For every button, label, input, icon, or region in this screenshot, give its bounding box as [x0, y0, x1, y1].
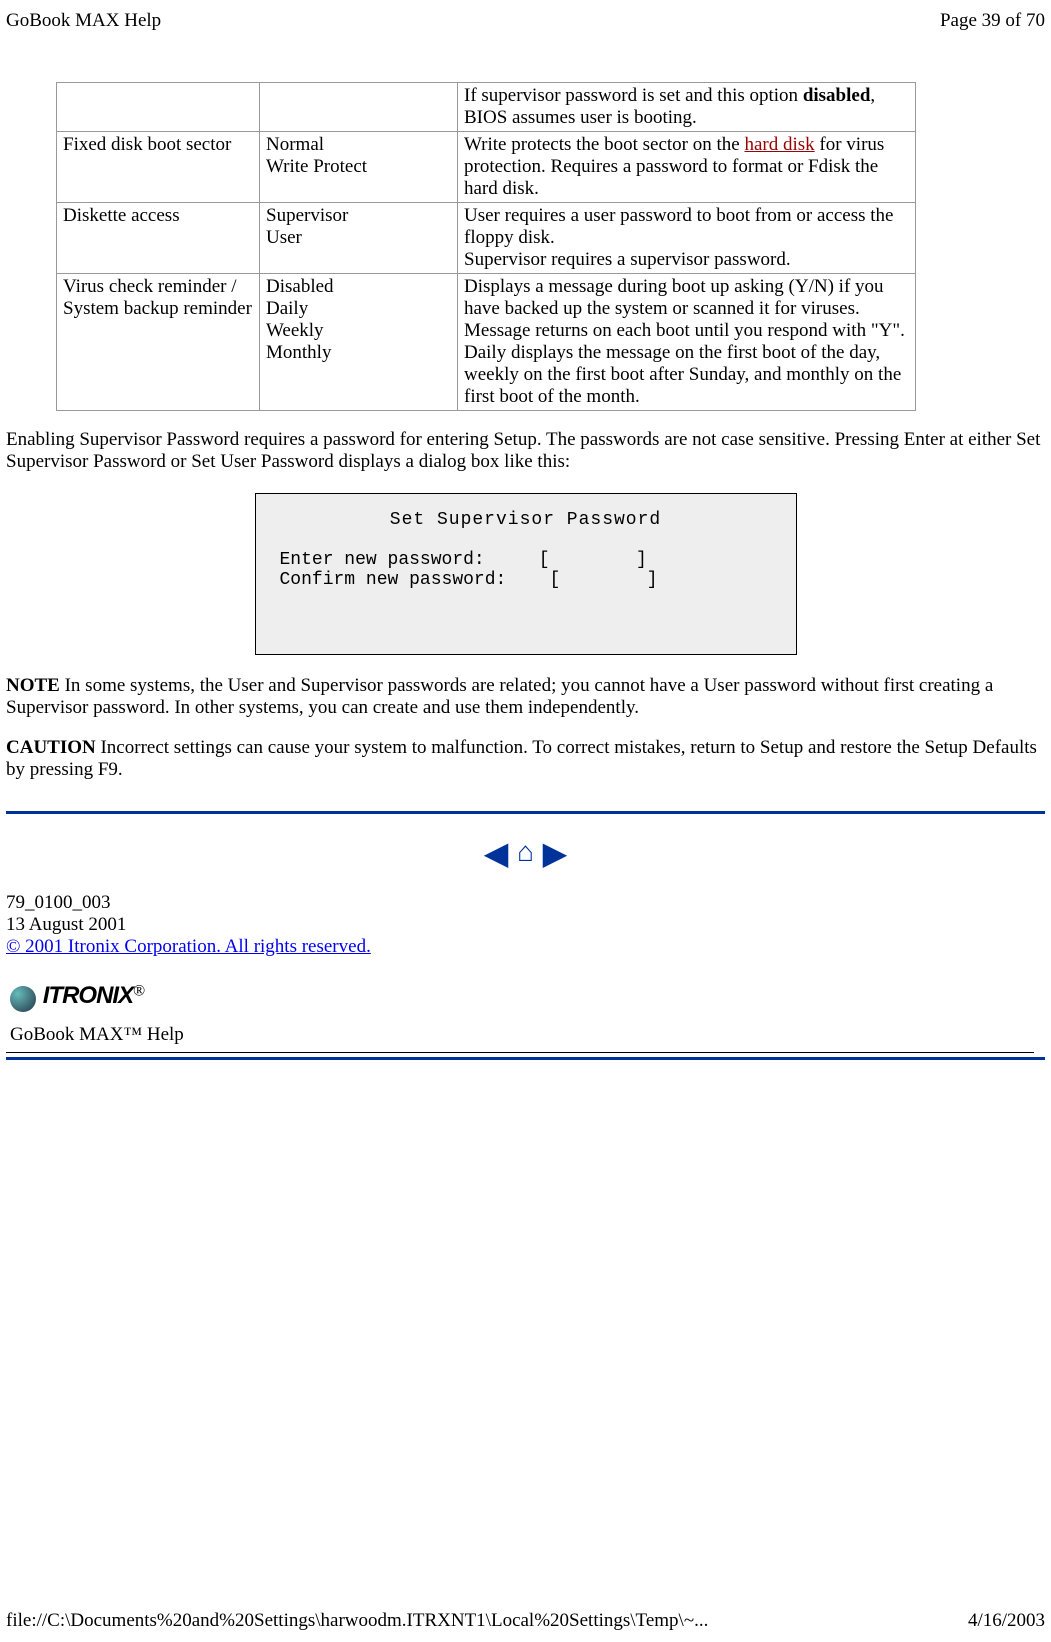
note-label: NOTE: [6, 675, 60, 696]
dialog-title: Set Supervisor Password: [256, 494, 796, 530]
divider: [6, 1057, 1045, 1060]
table-cell-field: Diskette access: [57, 203, 260, 274]
desc-text: Displays a message during boot up asking…: [464, 276, 884, 319]
desc-text: Daily displays the message on the first …: [464, 342, 901, 407]
option-text: Supervisor: [266, 205, 348, 226]
copyright-link[interactable]: © 2001 Itronix Corporation. All rights r…: [6, 936, 371, 957]
home-icon[interactable]: ⌂: [517, 837, 534, 868]
bios-settings-table: If supervisor password is set and this o…: [56, 82, 916, 411]
table-cell-empty: [57, 83, 260, 132]
logo-cell: ITRONIX®: [6, 976, 1034, 1018]
prev-icon[interactable]: ◀: [484, 835, 509, 871]
option-text: Daily: [266, 298, 308, 319]
logo-block: ITRONIX® GoBook MAX™ Help: [6, 976, 1034, 1053]
product-help-title: GoBook MAX™ Help: [6, 1018, 1034, 1053]
option-text: Disabled: [266, 276, 334, 297]
option-text: Weekly: [266, 320, 324, 341]
note-paragraph: NOTE In some systems, the User and Super…: [6, 675, 1045, 719]
desc-text: Supervisor requires a supervisor passwor…: [464, 249, 791, 270]
logo-text: ITRONIX: [43, 982, 133, 1009]
table-cell-desc: If supervisor password is set and this o…: [458, 83, 916, 132]
table-cell-options: Normal Write Protect: [260, 132, 458, 203]
dialog-line: Enter new password: [ ]: [280, 550, 647, 570]
globe-icon: [10, 986, 36, 1012]
intro-paragraph: Enabling Supervisor Password requires a …: [6, 429, 1045, 473]
desc-text: Message returns on each boot until you r…: [464, 320, 905, 341]
note-text: In some systems, the User and Supervisor…: [6, 675, 993, 718]
table-cell-field: Virus check reminder / System backup rem…: [57, 274, 260, 411]
option-text: User: [266, 227, 302, 248]
desc-text: Write protects the boot sector on the: [464, 134, 744, 155]
header-left: GoBook MAX Help: [6, 10, 161, 32]
table-cell-options: Disabled Daily Weekly Monthly: [260, 274, 458, 411]
caution-label: CAUTION: [6, 737, 96, 758]
desc-text: User requires a user password to boot fr…: [464, 205, 893, 248]
dialog-line: Confirm new password: [ ]: [280, 570, 658, 590]
doc-date: 13 August 2001: [6, 914, 126, 935]
next-icon[interactable]: ▶: [543, 835, 568, 871]
registered-mark: ®: [133, 983, 145, 1000]
desc-text: If supervisor password is set and this o…: [464, 85, 803, 106]
hard-disk-link[interactable]: hard disk: [744, 134, 814, 155]
desc-bold: disabled: [803, 85, 871, 106]
doc-info: 79_0100_003 13 August 2001 © 2001 Itroni…: [6, 892, 1045, 958]
option-text: Write Protect: [266, 156, 367, 177]
password-dialog: Set Supervisor Password Enter new passwo…: [255, 493, 797, 655]
table-cell-empty: [260, 83, 458, 132]
table-cell-desc: Write protects the boot sector on the ha…: [458, 132, 916, 203]
doc-number: 79_0100_003: [6, 892, 111, 913]
table-cell-options: Supervisor User: [260, 203, 458, 274]
caution-text: Incorrect settings can cause your system…: [6, 737, 1037, 780]
footer-path: file://C:\Documents%20and%20Settings\har…: [6, 1610, 708, 1632]
dialog-body: Enter new password: [ ] Confirm new pass…: [256, 530, 796, 610]
header-right: Page 39 of 70: [940, 10, 1045, 32]
caution-paragraph: CAUTION Incorrect settings can cause you…: [6, 737, 1045, 781]
option-text: Normal: [266, 134, 324, 155]
table-cell-desc: Displays a message during boot up asking…: [458, 274, 916, 411]
table-cell-field: Fixed disk boot sector: [57, 132, 260, 203]
footer-date: 4/16/2003: [968, 1610, 1045, 1632]
nav-icons: ◀ ⌂ ▶: [6, 834, 1045, 872]
table-cell-desc: User requires a user password to boot fr…: [458, 203, 916, 274]
divider: [6, 811, 1045, 814]
option-text: Monthly: [266, 342, 331, 363]
